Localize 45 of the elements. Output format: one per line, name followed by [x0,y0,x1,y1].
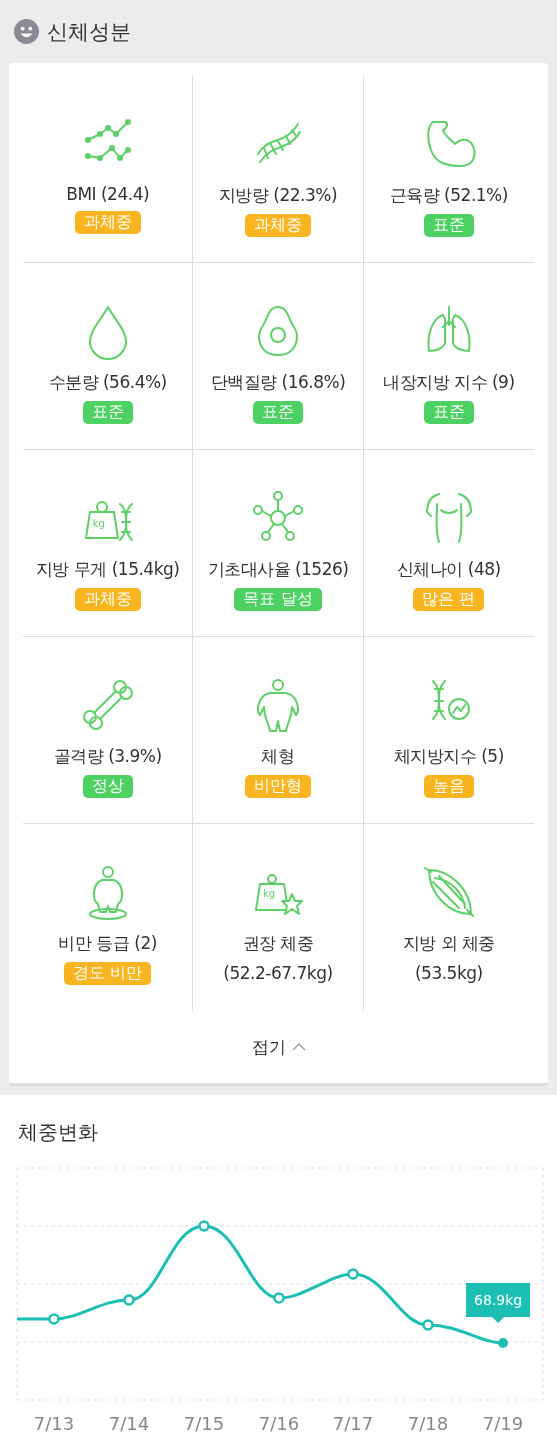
date-label: 7/19 [482,1413,524,1434]
metric-label: 단백질량 (16.8%) [210,371,346,394]
caret-icon [291,1043,306,1051]
metric-label: 체형 [261,745,295,768]
status-badge: 정상 [82,775,133,798]
metric-label: 권장 체중 [242,932,314,955]
metric-label: 수분량 (56.4%) [48,371,167,394]
date-label: 7/18 [407,1413,449,1434]
metric-label: 비만 등급 (2) [58,932,157,955]
date-label: 7/13 [33,1413,75,1434]
status-badge: 목표 달성 [234,588,322,611]
status-badge: 과체중 [245,214,311,237]
metric-label: 내장지방 지수 (9) [383,371,515,394]
metric-label: BMI (24.4) [66,184,150,204]
status-badge: 과체중 [74,588,141,611]
status-badge: 표준 [253,401,303,424]
date-label: 7/14 [108,1413,150,1434]
metric-label: 지방 무게 (15.4kg) [35,558,180,581]
value-tooltip: 68.9kg [466,1283,531,1323]
metric-value: (53.5kg) [414,963,483,983]
date-label: 7/17 [332,1413,374,1434]
metric-label: 근육량 (52.1%) [389,184,508,207]
metric-label: 체지방지수 (5) [393,745,504,768]
metric-label: 기초대사율 (1526) [207,558,349,581]
status-badge: 높음 [423,775,474,798]
smiley-icon [14,19,39,44]
metric-label: 지방량 (22.3%) [218,184,338,207]
date-label: 7/15 [183,1413,225,1434]
date-label: 7/16 [258,1413,300,1434]
status-badge: 비만형 [245,775,311,798]
metric-label: 골격량 (3.9%) [53,745,162,768]
status-badge: 표준 [423,401,474,424]
kg-text: kg [92,518,105,529]
section-title: 신체성분 [47,18,131,46]
metric-label: 신체나이 (48) [396,558,501,581]
status-badge: 표준 [423,214,474,237]
section-title: 체중변화 [18,1119,98,1146]
status-badge: 많은 편 [413,588,485,611]
kg-text: kg [263,888,276,899]
status-badge: 경도 비만 [64,962,152,985]
metric-value: (52.2-67.7kg) [223,963,333,983]
status-badge: 과체중 [74,211,141,234]
metric-label: 지방 외 체중 [402,932,495,955]
collapse-button[interactable]: 접기 [245,1011,312,1083]
status-badge: 표준 [82,401,133,424]
